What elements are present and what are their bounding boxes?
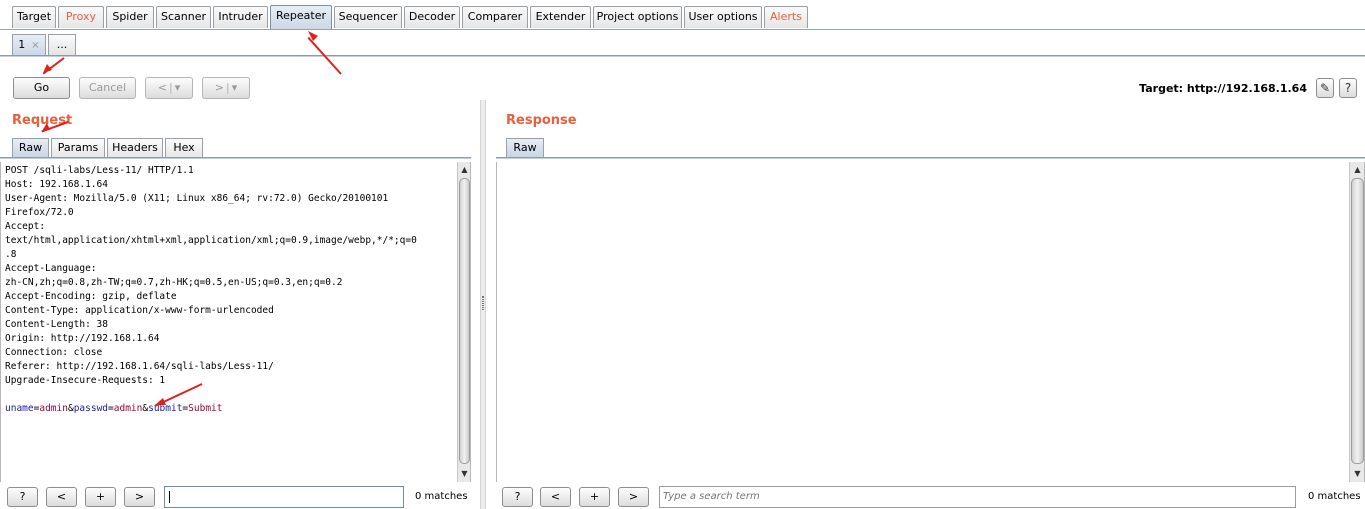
arrowhead <box>308 31 318 41</box>
arrowhead <box>43 64 52 73</box>
annotation-arrowheads <box>42 31 318 405</box>
arrowhead <box>155 398 166 405</box>
arrowhead <box>42 123 50 131</box>
